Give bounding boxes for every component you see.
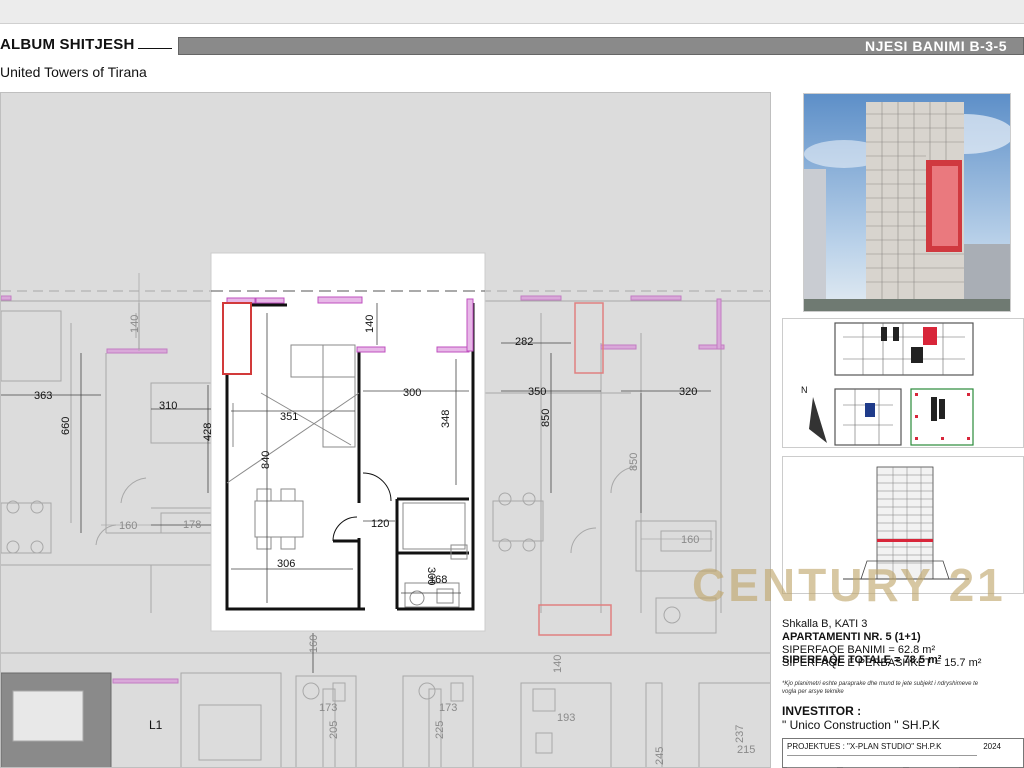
dim-310: 310	[159, 400, 177, 412]
dim-faded-245: 245	[654, 747, 666, 765]
key-plan: N	[782, 318, 1024, 448]
dim-faded-173b: 173	[439, 702, 457, 714]
level-label-l1: L1	[149, 718, 163, 732]
building-section-drawing	[843, 466, 969, 580]
floor-plan: 351 300 348 840 120 306 300 168 140 363 …	[0, 92, 771, 768]
dim-120: 120	[371, 518, 389, 530]
tower-render	[803, 93, 1011, 312]
dim-428: 428	[202, 423, 214, 441]
disclaimer-note: *Kjo planimetri eshte paraprake dhe mund…	[782, 681, 979, 695]
top-strip	[0, 0, 1024, 24]
stair-floor: Shkalla B, KATI 3	[782, 618, 868, 630]
unit-code: NJESI BANIMI B-3-5	[864, 38, 1007, 54]
title-block: PROJEKTUES : "X-PLAN STUDIO" SH.P.K 2024	[782, 738, 1024, 768]
dim-faded-237: 237	[734, 725, 746, 743]
album-title: ALBUM SHITJESH	[0, 36, 173, 53]
dim-faded-140: 140	[129, 315, 141, 333]
building-section	[782, 456, 1024, 594]
key-plan-drawing: N	[801, 322, 974, 446]
album-underline	[138, 48, 173, 49]
dim-363: 363	[34, 390, 52, 402]
dim-660: 660	[60, 417, 72, 435]
dim-840: 840	[260, 451, 272, 469]
dim-faded-215: 215	[737, 744, 755, 756]
apartment-number: APARTAMENTI NR. 5 (1+1)	[782, 631, 921, 643]
dim-306: 306	[277, 558, 295, 570]
dim-faded-178: 178	[183, 519, 201, 531]
dim-350: 350	[528, 386, 546, 398]
total-area: SIPERFAQE TOTALE = 78.5 m²	[782, 654, 942, 666]
dim-168: 168	[429, 574, 447, 586]
dim-faded-225: 225	[434, 721, 446, 739]
dim-faded-160b: 160	[681, 534, 699, 546]
dim-faded-160: 160	[119, 520, 137, 532]
column	[222, 302, 252, 375]
investor-label: INVESTITOR :	[782, 704, 862, 718]
floor-plan-drawing: 351 300 348 840 120 306 300 168 140 363 …	[1, 252, 770, 767]
tower-render-drawing	[804, 94, 1010, 311]
north-label: N	[801, 385, 808, 395]
dim-faded-850: 850	[628, 453, 640, 471]
dim-850: 850	[540, 409, 552, 427]
dim-282: 282	[515, 336, 533, 348]
dim-320: 320	[679, 386, 697, 398]
dim-faded-160c: 160	[308, 635, 320, 653]
faded-columns	[538, 302, 612, 636]
dim-faded-193: 193	[557, 712, 575, 724]
dim-351: 351	[280, 411, 298, 423]
title-block-fine-print	[787, 755, 977, 768]
investor-name: " Unico Construction " SH.P.K	[782, 718, 940, 732]
dim-faded-173: 173	[319, 702, 337, 714]
dim-348: 348	[440, 410, 452, 428]
dim-300: 300	[403, 387, 421, 399]
unit-bar: NJESI BANIMI B-3-5	[178, 37, 1024, 55]
dim-faded-205: 205	[328, 721, 340, 739]
drawing-year: 2024	[983, 742, 1001, 751]
dim-140: 140	[364, 315, 376, 333]
project-subtitle: United Towers of Tirana	[0, 64, 147, 80]
dim-faded-140b: 140	[552, 655, 564, 673]
designer: PROJEKTUES : "X-PLAN STUDIO" SH.P.K	[787, 742, 942, 751]
